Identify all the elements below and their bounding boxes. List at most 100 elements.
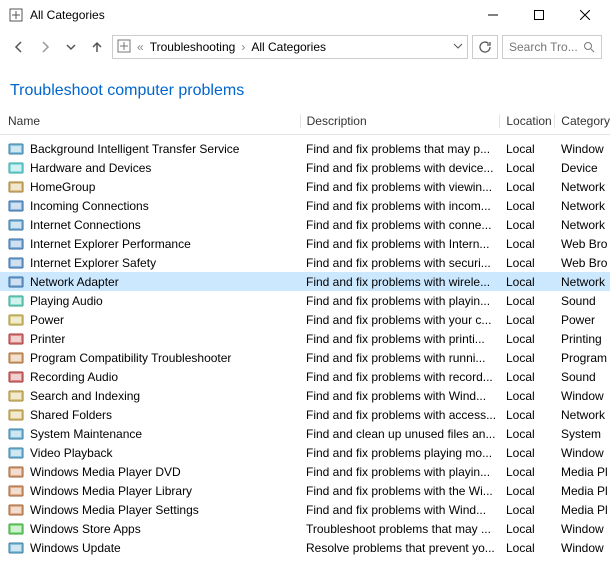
- item-category: Window: [555, 446, 610, 460]
- item-description: Find and clean up unused files an...: [300, 427, 500, 441]
- list-item[interactable]: Windows Media Player DVD Find and fix pro…: [0, 462, 610, 481]
- list-item[interactable]: System Maintenance Find and clean up unus…: [0, 424, 610, 443]
- list-item[interactable]: Playing AudioFind and fix problems with …: [0, 291, 610, 310]
- item-category: Web Bro: [555, 237, 610, 251]
- list-item[interactable]: Windows Store AppsTroubleshoot problems …: [0, 519, 610, 538]
- item-icon: [8, 217, 24, 233]
- item-icon: [8, 521, 24, 537]
- close-button[interactable]: [562, 0, 608, 30]
- item-icon: [8, 160, 24, 176]
- search-input[interactable]: Search Tro...: [502, 35, 602, 59]
- item-icon: [8, 198, 24, 214]
- column-header-name[interactable]: Name: [0, 114, 300, 128]
- item-category: Media Pl: [555, 484, 610, 498]
- item-category: Window: [555, 142, 610, 156]
- item-description: Find and fix problems with incom...: [300, 199, 500, 213]
- item-location: Local: [500, 275, 555, 289]
- item-location: Local: [500, 389, 555, 403]
- list-item[interactable]: Windows Media Player SettingsFind and fi…: [0, 500, 610, 519]
- up-button[interactable]: [86, 36, 108, 58]
- list-item[interactable]: Internet Explorer SafetyFind and fix pro…: [0, 253, 610, 272]
- item-name: Shared Folders: [30, 408, 112, 422]
- address-dropdown-icon[interactable]: [453, 40, 463, 54]
- item-category: Printing: [555, 332, 610, 346]
- troubleshooter-list: Background Intelligent Transfer ServiceF…: [0, 139, 610, 557]
- back-button[interactable]: [8, 36, 30, 58]
- forward-button[interactable]: [34, 36, 56, 58]
- item-description: Find and fix problems with playin...: [300, 465, 500, 479]
- item-description: Find and fix problems that may p...: [300, 142, 500, 156]
- list-item[interactable]: Internet Explorer PerformanceFind and fi…: [0, 234, 610, 253]
- breadcrumb-part[interactable]: Troubleshooting: [150, 40, 236, 54]
- column-header-description[interactable]: Description: [300, 114, 500, 128]
- recent-locations-button[interactable]: [60, 36, 82, 58]
- item-icon: [8, 388, 24, 404]
- item-location: Local: [500, 484, 555, 498]
- list-item[interactable]: Windows UpdateResolve problems that prev…: [0, 538, 610, 557]
- maximize-button[interactable]: [516, 0, 562, 30]
- list-item[interactable]: Windows Media Player LibraryFind and fix…: [0, 481, 610, 500]
- item-icon: [8, 540, 24, 556]
- list-item[interactable]: Program Compatibility TroubleshooterFind…: [0, 348, 610, 367]
- list-item[interactable]: Background Intelligent Transfer ServiceF…: [0, 139, 610, 158]
- item-description: Troubleshoot problems that may ...: [300, 522, 500, 536]
- item-name: HomeGroup: [30, 180, 95, 194]
- breadcrumb-separator-icon: «: [135, 40, 146, 54]
- item-description: Find and fix problems with the Wi...: [300, 484, 500, 498]
- list-item[interactable]: HomeGroupFind and fix problems with view…: [0, 177, 610, 196]
- item-location: Local: [500, 332, 555, 346]
- list-item[interactable]: Incoming ConnectionsFind and fix problem…: [0, 196, 610, 215]
- item-location: Local: [500, 503, 555, 517]
- item-name: Windows Media Player DVD: [30, 465, 181, 479]
- refresh-button[interactable]: [472, 35, 498, 59]
- item-description: Resolve problems that prevent yo...: [300, 541, 500, 555]
- item-location: Local: [500, 218, 555, 232]
- list-item[interactable]: Hardware and DevicesFind and fix problem…: [0, 158, 610, 177]
- list-item[interactable]: Search and Indexing Find and fix problems…: [0, 386, 610, 405]
- item-description: Find and fix problems with playin...: [300, 294, 500, 308]
- item-category: Network: [555, 180, 610, 194]
- item-category: Sound: [555, 370, 610, 384]
- item-description: Find and fix problems playing mo...: [300, 446, 500, 460]
- item-description: Find and fix problems with Wind...: [300, 389, 500, 403]
- breadcrumb-part[interactable]: All Categories: [251, 40, 326, 54]
- list-item[interactable]: Shared FoldersFind and fix problems with…: [0, 405, 610, 424]
- item-icon: [8, 502, 24, 518]
- item-name: System Maintenance: [30, 427, 142, 441]
- minimize-button[interactable]: [470, 0, 516, 30]
- item-name: Network Adapter: [30, 275, 119, 289]
- item-name: Recording Audio: [30, 370, 118, 384]
- address-bar[interactable]: « Troubleshooting › All Categories: [112, 35, 468, 59]
- item-category: System: [555, 427, 610, 441]
- item-icon: [8, 179, 24, 195]
- breadcrumb-chevron-icon[interactable]: ›: [239, 40, 247, 54]
- list-item[interactable]: Recording AudioFind and fix problems wit…: [0, 367, 610, 386]
- item-icon: [8, 407, 24, 423]
- item-name: Search and Indexing: [30, 389, 140, 403]
- item-name: Video Playback: [30, 446, 113, 460]
- item-category: Network: [555, 275, 610, 289]
- item-icon: [8, 350, 24, 366]
- item-location: Local: [500, 161, 555, 175]
- window-title: All Categories: [30, 8, 470, 22]
- item-location: Local: [500, 142, 555, 156]
- item-category: Device: [555, 161, 610, 175]
- item-location: Local: [500, 370, 555, 384]
- item-icon: [8, 255, 24, 271]
- list-item[interactable]: PrinterFind and fix problems with printi…: [0, 329, 610, 348]
- item-category: Media Pl: [555, 503, 610, 517]
- item-category: Network: [555, 199, 610, 213]
- column-header-category[interactable]: Category: [554, 114, 610, 128]
- item-category: Network: [555, 218, 610, 232]
- list-item[interactable]: Network AdapterFind and fix problems wit…: [0, 272, 610, 291]
- item-category: Web Bro: [555, 256, 610, 270]
- item-category: Window: [555, 541, 610, 555]
- column-header-location[interactable]: Location: [499, 114, 554, 128]
- item-location: Local: [500, 237, 555, 251]
- list-item[interactable]: PowerFind and fix problems with your c..…: [0, 310, 610, 329]
- item-location: Local: [500, 256, 555, 270]
- item-icon: [8, 331, 24, 347]
- list-item[interactable]: Internet ConnectionsFind and fix problem…: [0, 215, 610, 234]
- list-item[interactable]: Video Playback Find and fix problems play…: [0, 443, 610, 462]
- item-location: Local: [500, 541, 555, 555]
